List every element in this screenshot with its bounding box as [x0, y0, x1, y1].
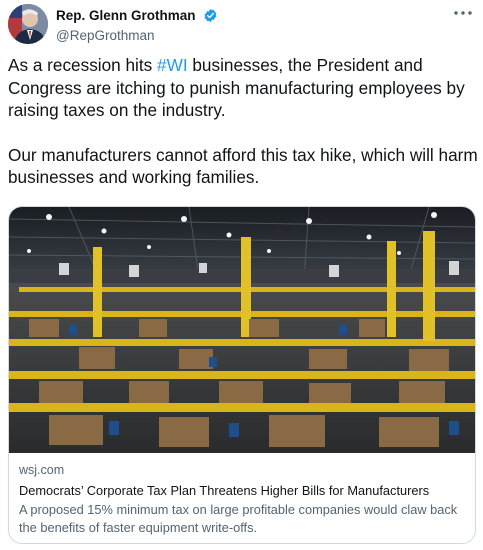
tweet-paragraph-1: As a recession hits #WI businesses, the …	[8, 54, 478, 122]
link-card[interactable]: wsj.com Democrats’ Corporate Tax Plan Th…	[8, 206, 476, 544]
tweet-text-segment: As a recession hits	[8, 55, 158, 75]
author-display-name[interactable]: Rep. Glenn Grothman	[56, 8, 196, 24]
more-options-icon[interactable]	[452, 6, 474, 20]
card-description: A proposed 15% minimum tax on large prof…	[19, 502, 458, 535]
avatar[interactable]	[8, 4, 48, 44]
tweet-header: Rep. Glenn Grothman @RepGrothman	[8, 2, 478, 44]
author-handle[interactable]: @RepGrothman	[56, 27, 218, 45]
tweet-paragraph-2: Our manufacturers cannot afford this tax…	[8, 144, 478, 188]
hashtag-link[interactable]: #WI	[157, 55, 188, 75]
tweet-text: As a recession hits #WI businesses, the …	[8, 54, 478, 189]
card-domain: wsj.com	[19, 463, 65, 477]
card-title[interactable]: Democrats’ Corporate Tax Plan Threatens …	[19, 482, 469, 500]
card-meta[interactable]: wsj.com Democrats’ Corporate Tax Plan Th…	[19, 462, 469, 537]
verified-badge-icon	[204, 8, 217, 23]
warehouse-photo[interactable]	[9, 207, 475, 453]
